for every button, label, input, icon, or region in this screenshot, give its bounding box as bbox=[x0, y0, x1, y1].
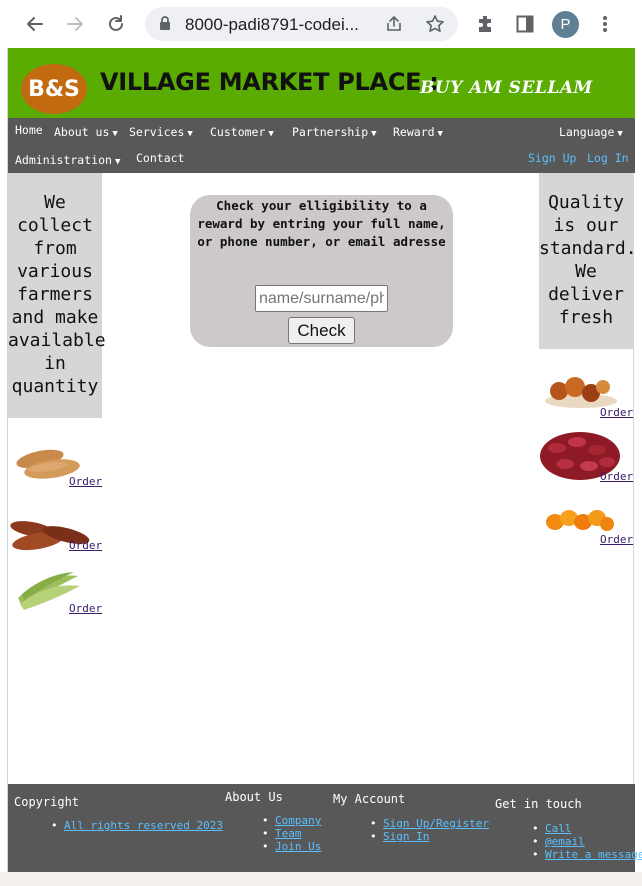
footer-link-company[interactable]: Company bbox=[275, 814, 321, 827]
nav-home[interactable]: Home bbox=[15, 123, 43, 137]
forward-arrow-icon[interactable] bbox=[62, 11, 88, 37]
nav-home-label: Home bbox=[15, 123, 43, 137]
back-arrow-icon[interactable] bbox=[22, 11, 48, 37]
lock-icon bbox=[159, 16, 171, 36]
nav-partnership[interactable]: Partnership ▼ bbox=[292, 125, 377, 139]
order-link[interactable]: Order bbox=[600, 406, 633, 419]
footer-account-heading: My Account bbox=[333, 792, 406, 806]
list-item: Call bbox=[532, 822, 642, 835]
caret-down-icon: ▼ bbox=[617, 129, 623, 139]
extensions-icon[interactable] bbox=[472, 11, 498, 37]
nav-reward-label: Reward bbox=[393, 125, 435, 139]
order-link[interactable]: Order bbox=[69, 475, 102, 488]
footer-copyright-heading: Copyright bbox=[14, 795, 80, 809]
footer-link[interactable]: All rights reserved 2023 bbox=[64, 819, 223, 832]
caret-down-icon: ▼ bbox=[437, 129, 443, 139]
reward-search-input[interactable] bbox=[255, 285, 388, 312]
window-bottom-edge bbox=[0, 872, 642, 886]
nav-reward[interactable]: Reward ▼ bbox=[393, 125, 443, 139]
caret-down-icon: ▼ bbox=[187, 129, 193, 139]
order-link[interactable]: Order bbox=[600, 470, 633, 483]
reward-prompt: Check your elligibility to a reward by e… bbox=[197, 198, 446, 249]
side-panel-icon[interactable] bbox=[512, 11, 538, 37]
order-link[interactable]: Order bbox=[69, 539, 102, 552]
nav-services[interactable]: Services ▼ bbox=[129, 125, 193, 139]
nav-customer[interactable]: Customer ▼ bbox=[210, 125, 274, 139]
left-info-panel: We collect from various farmers and make… bbox=[8, 173, 106, 418]
nav-contact[interactable]: Contact bbox=[136, 151, 184, 165]
star-icon[interactable] bbox=[425, 14, 445, 39]
nav-partnership-label: Partnership bbox=[292, 125, 369, 139]
list-item: All rights reserved 2023 bbox=[51, 819, 223, 832]
footer-contact-list: Call @email Write a message bbox=[532, 822, 642, 861]
list-item: @email bbox=[532, 835, 642, 848]
caret-down-icon: ▼ bbox=[112, 129, 118, 139]
more-menu-icon[interactable] bbox=[592, 11, 618, 37]
footer-link-sign-in[interactable]: Sign In bbox=[383, 830, 429, 843]
site-logo[interactable]: B&S bbox=[21, 64, 87, 114]
right-info-panel: Quality is our standard. We deliver fres… bbox=[539, 173, 637, 349]
browser-toolbar: 8000-padi8791-codei... P bbox=[0, 0, 642, 48]
nav-customer-label: Customer bbox=[210, 125, 266, 139]
caret-down-icon: ▼ bbox=[114, 157, 121, 167]
nav-about-us[interactable]: About us ▼ bbox=[54, 125, 118, 139]
profile-avatar[interactable]: P bbox=[552, 11, 579, 38]
list-item: Join Us bbox=[262, 840, 321, 853]
list-item: Team bbox=[262, 827, 321, 840]
url-text: 8000-padi8791-codei... bbox=[185, 15, 359, 34]
share-icon[interactable] bbox=[385, 15, 403, 38]
nav-administration-label: Administration bbox=[15, 153, 112, 167]
web-page: B&S VILLAGE MARKET PLACE : BUY AM SELLAM… bbox=[7, 48, 642, 872]
site-title: VILLAGE MARKET PLACE : bbox=[100, 68, 439, 96]
nav-log-in[interactable]: Log In bbox=[587, 151, 629, 165]
nav-about-label: About us bbox=[54, 125, 110, 139]
footer-about-heading: About Us bbox=[225, 790, 283, 804]
footer-copyright-list: All rights reserved 2023 bbox=[51, 819, 223, 832]
footer-link-call[interactable]: Call bbox=[545, 822, 572, 835]
site-footer: Copyright All rights reserved 2023 About… bbox=[8, 784, 642, 872]
list-item: Sign In bbox=[370, 830, 489, 843]
site-header: B&S VILLAGE MARKET PLACE : BUY AM SELLAM bbox=[8, 48, 635, 118]
footer-contact-heading: Get in touch bbox=[495, 797, 582, 811]
caret-down-icon: ▼ bbox=[371, 129, 377, 139]
list-item: Write a message bbox=[532, 848, 642, 861]
footer-link-team[interactable]: Team bbox=[275, 827, 302, 840]
reload-icon[interactable] bbox=[103, 11, 129, 37]
nav-sign-up[interactable]: Sign Up bbox=[528, 151, 576, 165]
footer-link-email[interactable]: @email bbox=[545, 835, 585, 848]
main-navigation: Home About us ▼ Services ▼ Customer ▼ Partn… bbox=[8, 118, 635, 173]
check-button[interactable]: Check bbox=[288, 317, 355, 344]
list-item: Company bbox=[262, 814, 321, 827]
site-slogan: BUY AM SELLAM bbox=[420, 78, 593, 98]
nav-language[interactable]: Language ▼ bbox=[559, 125, 623, 139]
reward-check-card: Check your elligibility to a reward by e… bbox=[190, 195, 453, 347]
nav-administration[interactable]: Administration ▼ bbox=[15, 153, 120, 167]
footer-about-list: Company Team Join Us bbox=[262, 814, 321, 853]
footer-link-join-us[interactable]: Join Us bbox=[275, 840, 321, 853]
footer-link-write-message[interactable]: Write a message bbox=[545, 848, 642, 861]
address-bar[interactable]: 8000-padi8791-codei... bbox=[145, 7, 458, 41]
nav-language-label: Language bbox=[559, 125, 615, 139]
order-link[interactable]: Order bbox=[600, 533, 633, 546]
footer-account-list: Sign Up/Register Sign In bbox=[370, 817, 489, 843]
list-item: Sign Up/Register bbox=[370, 817, 489, 830]
caret-down-icon: ▼ bbox=[268, 129, 274, 139]
nav-services-label: Services bbox=[129, 125, 185, 139]
footer-link-sign-up[interactable]: Sign Up/Register bbox=[383, 817, 489, 830]
dried-fish-image[interactable] bbox=[8, 515, 92, 560]
order-link[interactable]: Order bbox=[69, 602, 102, 615]
